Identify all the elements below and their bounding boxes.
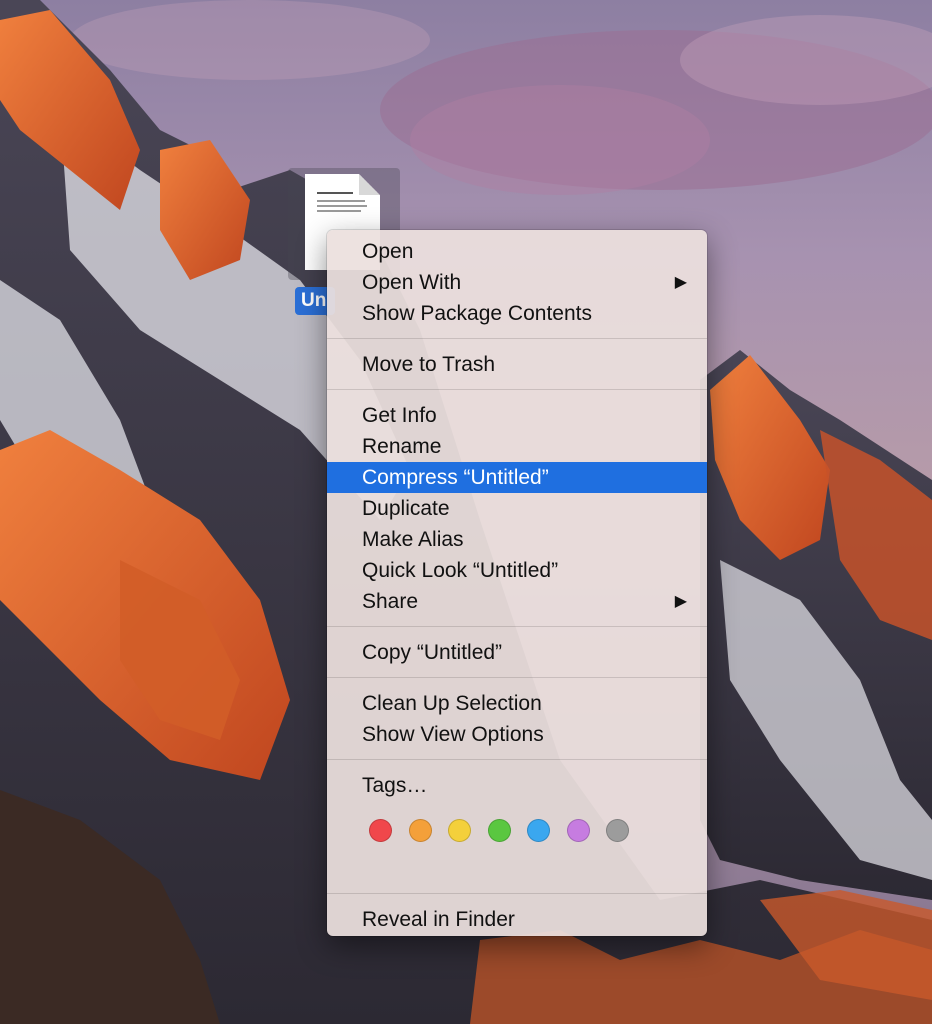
menu-item-label: Clean Up Selection <box>362 692 542 715</box>
tag-red-button[interactable] <box>369 818 392 842</box>
menu-item-get-info[interactable]: Get Info <box>327 400 707 431</box>
document-line <box>317 205 367 207</box>
menu-separator <box>327 677 707 678</box>
context-menu: Open Open With ▶ Show Package Contents M… <box>327 230 707 936</box>
tag-orange-button[interactable] <box>408 818 432 842</box>
menu-item-label: Share <box>362 590 419 613</box>
menu-item-label: Quick Look “Untitled” <box>362 559 559 582</box>
submenu-arrow-icon: ▶ <box>674 593 687 610</box>
menu-separator <box>327 759 707 760</box>
menu-item-move-to-trash[interactable]: Move to Trash <box>327 349 707 380</box>
menu-item-label: Rename <box>362 435 442 458</box>
menu-item-label: Reveal in Finder <box>362 908 515 931</box>
tag-yellow-button[interactable] <box>448 818 471 842</box>
menu-item-label: Compress “Untitled” <box>362 466 549 489</box>
menu-item-label: Make Alias <box>362 528 464 551</box>
menu-item-make-alias[interactable]: Make Alias <box>327 524 707 555</box>
menu-item-reveal-in-finder[interactable]: Reveal in Finder <box>327 904 707 935</box>
menu-item-open[interactable]: Open <box>327 236 707 267</box>
menu-item-show-package-contents[interactable]: Show Package Contents <box>327 298 707 329</box>
menu-item-label: Copy “Untitled” <box>362 641 503 664</box>
document-fold <box>359 174 380 195</box>
menu-separator <box>327 389 707 390</box>
menu-item-label: Show View Options <box>362 723 544 746</box>
menu-item-open-with[interactable]: Open With ▶ <box>327 267 707 298</box>
menu-item-rename[interactable]: Rename <box>327 431 707 462</box>
document-line <box>317 200 365 202</box>
menu-item-label: Show Package Contents <box>362 302 592 325</box>
tag-color-row <box>327 801 707 893</box>
menu-item-share[interactable]: Share ▶ <box>327 586 707 617</box>
tag-gray-button[interactable] <box>606 818 629 842</box>
menu-item-label: Tags… <box>362 774 428 797</box>
document-line <box>317 210 361 212</box>
tag-blue-button[interactable] <box>527 818 550 842</box>
desktop[interactable]: Un Open Open With ▶ Show Package Content… <box>0 0 932 1024</box>
menu-separator <box>327 338 707 339</box>
menu-item-label: Get Info <box>362 404 437 427</box>
menu-item-copy[interactable]: Copy “Untitled” <box>327 637 707 668</box>
menu-item-clean-up-selection[interactable]: Clean Up Selection <box>327 688 707 719</box>
menu-separator <box>327 626 707 627</box>
tag-purple-button[interactable] <box>566 818 590 842</box>
menu-item-label: Duplicate <box>362 497 450 520</box>
menu-item-tags[interactable]: Tags… <box>327 770 707 801</box>
document-line <box>317 192 353 194</box>
menu-item-label: Open <box>362 240 414 263</box>
menu-item-compress[interactable]: Compress “Untitled” <box>327 462 707 493</box>
submenu-arrow-icon: ▶ <box>674 274 687 291</box>
menu-item-label: Move to Trash <box>362 353 496 376</box>
menu-item-show-view-options[interactable]: Show View Options <box>327 719 707 750</box>
menu-item-duplicate[interactable]: Duplicate <box>327 493 707 524</box>
menu-separator <box>327 893 707 894</box>
tag-green-button[interactable] <box>487 818 511 842</box>
menu-item-label: Open With <box>362 271 462 294</box>
menu-item-quick-look[interactable]: Quick Look “Untitled” <box>327 555 707 586</box>
